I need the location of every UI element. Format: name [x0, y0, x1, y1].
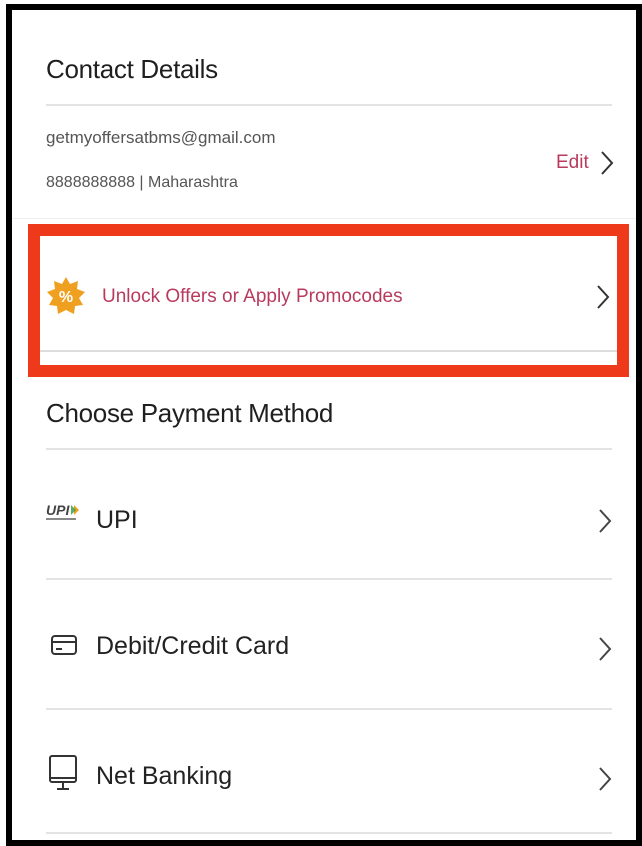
divider: [40, 350, 617, 352]
contact-phone-region: 8888888888 | Maharashtra: [46, 174, 238, 191]
contact-email: getmyoffersatbms@gmail.com: [46, 128, 276, 147]
chevron-right-icon: [598, 636, 612, 662]
svg-text:UPI: UPI: [46, 502, 70, 518]
divider: [46, 104, 612, 106]
discount-badge-icon: %: [46, 276, 86, 316]
contact-details-title: Contact Details: [46, 54, 218, 84]
card-label: Debit/Credit Card: [96, 632, 290, 660]
chevron-right-icon: [600, 150, 614, 176]
contact-info-row[interactable]: getmyoffersatbms@gmail.com 8888888888 | …: [46, 122, 614, 208]
payment-method-upi[interactable]: UPI UPI: [46, 450, 612, 578]
upi-logo-icon: UPI: [46, 500, 82, 524]
payment-screen: Contact Details getmyoffersatbms@gmail.c…: [6, 4, 642, 846]
chevron-right-icon: [596, 284, 610, 310]
netbanking-label: Net Banking: [96, 762, 233, 790]
edit-button[interactable]: Edit: [556, 152, 589, 174]
payment-method-title: Choose Payment Method: [46, 398, 334, 428]
promo-row[interactable]: % Unlock Offers or Apply Promocodes: [40, 236, 617, 365]
svg-text:%: %: [59, 289, 73, 306]
divider: [46, 832, 612, 834]
payment-method-netbanking[interactable]: Net Banking: [46, 710, 612, 830]
chevron-right-icon: [598, 508, 612, 534]
chevron-right-icon: [598, 766, 612, 792]
upi-label: UPI: [96, 506, 138, 534]
payment-method-card[interactable]: Debit/Credit Card: [46, 580, 612, 708]
divider: [12, 218, 636, 219]
promo-label: Unlock Offers or Apply Promocodes: [102, 286, 403, 307]
card-icon: [50, 634, 80, 658]
monitor-icon: [48, 754, 80, 794]
